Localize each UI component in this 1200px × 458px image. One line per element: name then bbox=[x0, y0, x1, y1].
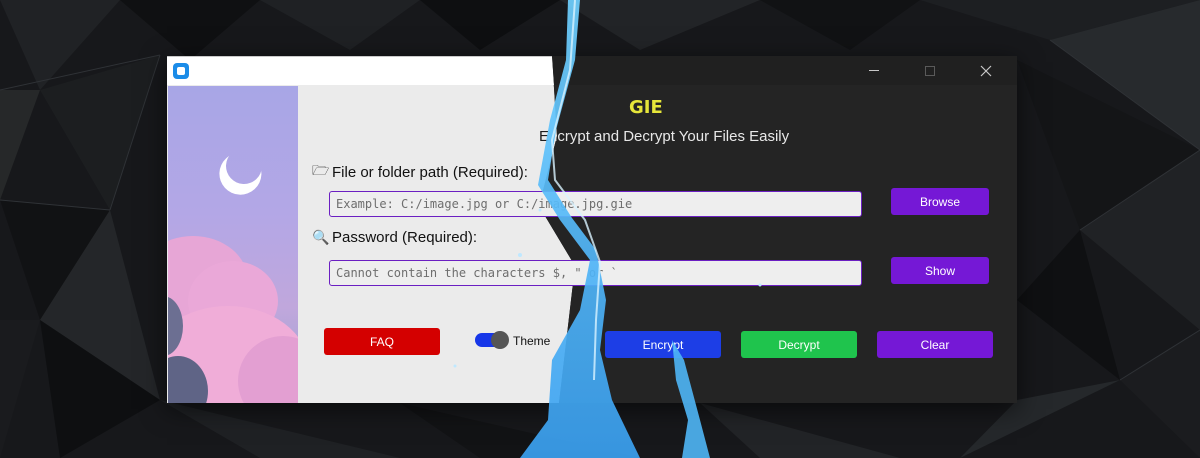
app-window: GIE Encrypt and Decrypt Your Files Easil… bbox=[167, 56, 1017, 403]
browse-button[interactable]: Browse bbox=[891, 188, 989, 215]
clear-button[interactable]: Clear bbox=[877, 331, 993, 358]
file-path-input[interactable]: Example: C:/image.jpg or C:/image.jpg.gi… bbox=[329, 191, 862, 217]
app-title: GIE bbox=[629, 97, 663, 118]
app-logo-icon bbox=[173, 63, 189, 79]
encrypt-button[interactable]: Encrypt bbox=[605, 331, 721, 358]
close-icon bbox=[980, 65, 992, 76]
app-subtitle: Encrypt and Decrypt Your Files Easily bbox=[539, 128, 790, 145]
maximize-icon bbox=[925, 65, 935, 76]
maximize-button[interactable] bbox=[907, 56, 953, 85]
moon-icon bbox=[221, 143, 267, 189]
theme-toggle[interactable] bbox=[475, 331, 509, 349]
toggle-knob bbox=[491, 331, 509, 349]
folder-icon: 🗁 bbox=[312, 163, 330, 179]
sidebar-artwork bbox=[168, 86, 298, 403]
password-label: 🔍 Password (Required): bbox=[312, 229, 478, 246]
faq-button[interactable]: FAQ bbox=[324, 328, 440, 355]
decrypt-button[interactable]: Decrypt bbox=[741, 331, 857, 358]
theme-label: Theme bbox=[513, 334, 551, 348]
key-icon: 🔍 bbox=[312, 229, 330, 246]
password-input[interactable]: Cannot contain the characters $, " or ` bbox=[329, 260, 862, 286]
show-password-button[interactable]: Show bbox=[891, 257, 989, 284]
file-path-label: 🗁 File or folder path (Required): bbox=[312, 160, 528, 184]
close-button[interactable] bbox=[963, 56, 1009, 85]
minimize-button[interactable] bbox=[851, 56, 897, 85]
minimize-icon bbox=[869, 70, 879, 71]
